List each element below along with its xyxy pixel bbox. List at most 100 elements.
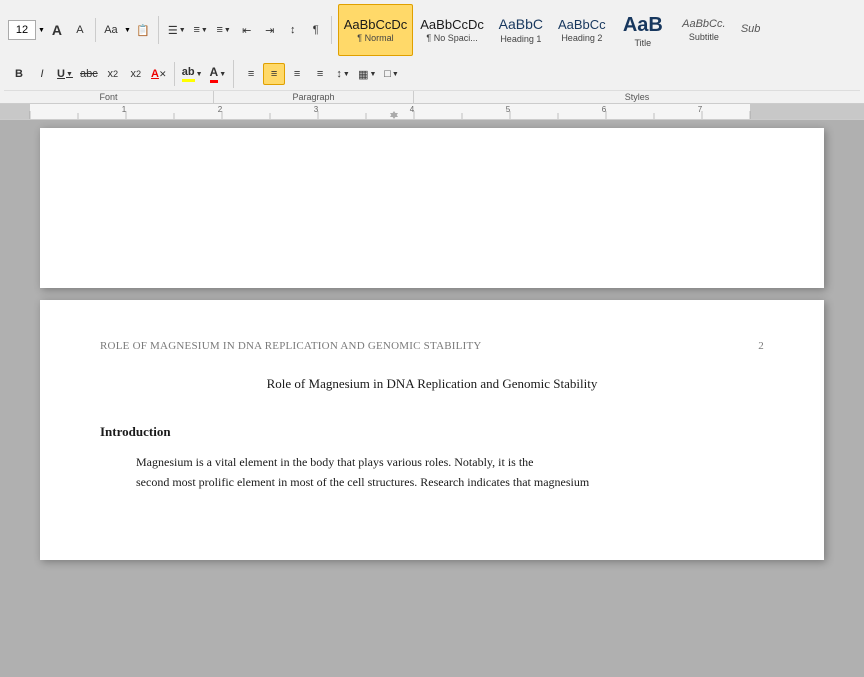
borders-icon: □ <box>384 68 391 80</box>
shading-icon: ▦ <box>358 68 368 81</box>
paragraph-section-label: Paragraph <box>214 91 414 103</box>
style-no-spacing-button[interactable]: AaBbCcDc ¶ No Spaci... <box>414 4 490 56</box>
page-1 <box>40 128 824 288</box>
numbered-list-icon: ≡ <box>194 24 200 36</box>
align-center-button[interactable]: ≡ <box>263 63 285 85</box>
document-area: ROLE OF MAGNESIUM IN DNA REPLICATION AND… <box>0 120 864 677</box>
increase-indent-button[interactable]: ⇥ <box>259 19 281 41</box>
page-2: ROLE OF MAGNESIUM IN DNA REPLICATION AND… <box>40 300 824 560</box>
bullets-button[interactable]: ☰ ▼ <box>165 19 189 41</box>
style-subtitle-button[interactable]: AaBbCc. Subtitle <box>674 4 734 56</box>
highlight-dropdown-icon[interactable]: ▼ <box>196 71 203 78</box>
running-head: ROLE OF MAGNESIUM IN DNA REPLICATION AND… <box>100 340 764 352</box>
font-aa-button[interactable]: Aa <box>100 19 122 41</box>
copy-format-icon: 📋 <box>136 24 150 37</box>
font-size-dropdown-arrow[interactable]: ▼ <box>38 27 45 34</box>
style-heading1-label: Heading 1 <box>500 34 541 44</box>
document-title: Role of Magnesium in DNA Replication and… <box>100 376 764 392</box>
style-title-button[interactable]: AaB Title <box>613 4 673 56</box>
style-subtitle-preview: AaBbCc. <box>682 18 725 31</box>
align-left-button[interactable]: ≡ <box>240 63 262 85</box>
strikethrough-button[interactable]: abc <box>77 63 101 85</box>
style-heading1-button[interactable]: AaBbC Heading 1 <box>491 4 551 56</box>
shrink-font-button[interactable]: A <box>69 19 91 41</box>
style-title-label: Title <box>635 38 652 48</box>
font-format-group: B I U ▼ abc x2 x2 A ✕ ab ▼ <box>4 60 234 88</box>
font-size-input[interactable] <box>8 20 36 40</box>
svg-text:3: 3 <box>314 105 319 114</box>
style-heading1-preview: AaBbC <box>499 16 543 33</box>
style-sub-preview: Sub <box>741 23 761 36</box>
svg-text:7: 7 <box>698 105 703 114</box>
underline-button[interactable]: U ▼ <box>54 63 76 85</box>
grow-font-button[interactable]: A <box>46 19 68 41</box>
font-color-icon: A <box>210 65 219 83</box>
show-marks-button[interactable]: ¶ <box>305 19 327 41</box>
show-marks-icon: ¶ <box>313 24 319 36</box>
page-number: 2 <box>758 340 764 352</box>
underline-dropdown-icon[interactable]: ▼ <box>66 71 73 78</box>
paragraph-1: Magnesium is a vital element in the body… <box>100 452 764 472</box>
numbered-dropdown-icon[interactable]: ▼ <box>201 27 208 34</box>
clear-eraser-icon: ✕ <box>159 69 167 80</box>
sort-icon: ↕ <box>290 24 296 36</box>
increase-indent-icon: ⇥ <box>265 24 274 37</box>
borders-dropdown-icon[interactable]: ▼ <box>392 71 399 78</box>
shading-dropdown-icon[interactable]: ▼ <box>370 71 377 78</box>
bullets-icon: ☰ <box>168 24 178 37</box>
style-normal-button[interactable]: AaBbCcDc ¶ Normal <box>338 4 414 56</box>
line-spacing-button[interactable]: ↕ ▼ <box>332 63 354 85</box>
shading-button[interactable]: ▦ ▼ <box>355 63 379 85</box>
ruler-svg: 1 2 3 4 5 6 7 <box>0 104 864 119</box>
borders-button[interactable]: □ ▼ <box>380 63 402 85</box>
subscript-button[interactable]: x2 <box>102 63 124 85</box>
bullets-dropdown-icon[interactable]: ▼ <box>179 27 186 34</box>
multilevel-dropdown-icon[interactable]: ▼ <box>224 27 231 34</box>
decrease-indent-button[interactable]: ⇤ <box>236 19 258 41</box>
ruler-inner: 1 2 3 4 5 6 7 <box>0 104 864 119</box>
font-section-label: Font <box>4 91 214 103</box>
align-right-button[interactable]: ≡ <box>286 63 308 85</box>
italic-button[interactable]: I <box>31 63 53 85</box>
superscript-button[interactable]: x2 <box>125 63 147 85</box>
font-color-button[interactable]: A ▼ <box>207 63 230 85</box>
paragraph-align-group: ≡ ≡ ≡ ≡ ↕ ▼ ▦ ▼ □ ▼ <box>236 60 406 88</box>
highlight-icon: ab <box>182 66 195 82</box>
style-normal-preview: AaBbCcDc <box>344 17 408 33</box>
styles-section-label: Styles <box>414 91 860 103</box>
justify-button[interactable]: ≡ <box>309 63 331 85</box>
paragraph-2: second most prolific element in most of … <box>100 472 764 492</box>
font-color-dropdown-icon[interactable]: ▼ <box>219 71 226 78</box>
paragraph-group-row1: ☰ ▼ ≡ ▼ ≡ ▼ ⇤ ⇥ ↕ ¶ <box>161 16 332 44</box>
styles-group: AaBbCcDc ¶ Normal AaBbCcDc ¶ No Spaci...… <box>334 4 771 56</box>
style-subtitle-label: Subtitle <box>689 32 719 42</box>
style-title-preview: AaB <box>623 13 663 37</box>
numbered-list-button[interactable]: ≡ ▼ <box>190 19 212 41</box>
justify-icon: ≡ <box>317 68 323 80</box>
svg-text:1: 1 <box>122 105 127 114</box>
running-head-text: ROLE OF MAGNESIUM IN DNA REPLICATION AND… <box>100 340 482 352</box>
style-heading2-preview: AaBbCc <box>558 17 606 33</box>
bold-button[interactable]: B <box>8 63 30 85</box>
svg-text:5: 5 <box>506 105 511 114</box>
copy-format-button[interactable]: 📋 <box>132 19 154 41</box>
styles-ribbon: AaBbCcDc ¶ Normal AaBbCcDc ¶ No Spaci...… <box>338 4 767 56</box>
svg-text:2: 2 <box>218 105 223 114</box>
clear-format-button[interactable]: A ✕ <box>148 63 170 85</box>
underline-icon: U <box>57 68 65 80</box>
font-group: ▼ A A Aa ▼ 📋 <box>4 16 159 44</box>
align-right-icon: ≡ <box>294 68 300 80</box>
multilevel-list-button[interactable]: ≡ ▼ <box>213 19 235 41</box>
sort-button[interactable]: ↕ <box>282 19 304 41</box>
align-center-icon: ≡ <box>271 68 277 80</box>
multilevel-icon: ≡ <box>217 24 223 36</box>
style-more-button[interactable]: Sub <box>735 4 767 56</box>
style-no-spacing-label: ¶ No Spaci... <box>426 33 477 43</box>
introduction-heading: Introduction <box>100 424 764 440</box>
line-spacing-dropdown-icon[interactable]: ▼ <box>343 71 350 78</box>
style-heading2-button[interactable]: AaBbCc Heading 2 <box>552 4 612 56</box>
line-spacing-icon: ↕ <box>336 68 342 80</box>
highlight-button[interactable]: ab ▼ <box>179 63 206 85</box>
font-dropdown-arrow[interactable]: ▼ <box>124 27 131 34</box>
align-left-icon: ≡ <box>248 68 254 80</box>
